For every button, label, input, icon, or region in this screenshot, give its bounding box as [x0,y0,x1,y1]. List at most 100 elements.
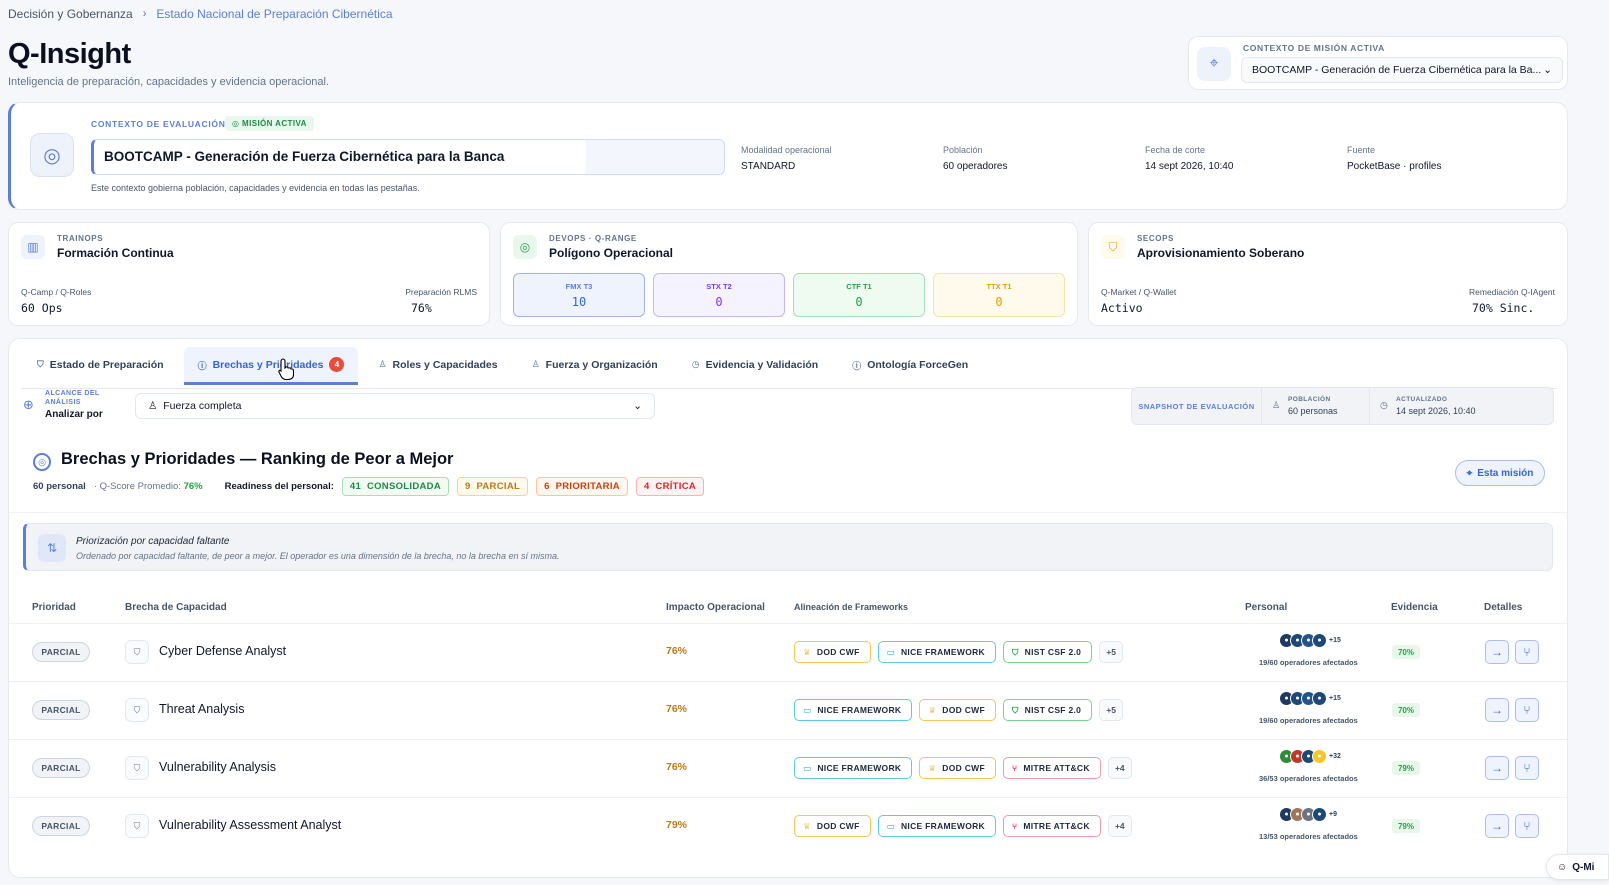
priority-badge: PARCIAL [32,700,90,720]
pill-parcial: 9 PARCIAL [456,477,529,496]
assistant-button[interactable]: ☺ Q-Mi [1546,854,1609,880]
arrow-right-icon[interactable]: → [1485,814,1509,838]
clock-icon: ◷ [691,359,700,369]
mouse-cursor-icon [278,358,294,380]
range-stx[interactable]: STX T2 0 [653,273,785,317]
users-icon: ♙ [378,359,387,369]
scope-label: ALCANCE DEL ANÁLISIS [45,390,100,406]
more-frameworks[interactable]: +4 [1107,815,1132,837]
evaluation-hint: Este contexto gobierna población, capaci… [91,183,420,193]
trainops-label-2: Preparación RLMS [405,287,477,297]
snapshot-population: ♙ POBLACIÓN 60 personas [1262,388,1370,424]
book-icon: ▥ [21,235,45,259]
briefcase-icon: ▭ [803,704,812,715]
trainops-value-2: 76% [411,301,432,315]
git-branch-icon[interactable]: ⑂ [1515,814,1539,838]
framework-tag[interactable]: ▭ NICE FRAMEWORK [877,815,996,837]
pill-prioritaria: 6 PRIORITARIA [536,477,628,496]
trainops-card: ▥ TRAINOPS Formación Continua Q-Camp / Q… [8,222,490,326]
devops-title: Polígono Operacional [549,246,674,260]
range-fmx[interactable]: FMX T3 10 [513,273,645,317]
secops-value-2: 70% Sinc. [1472,301,1535,315]
avatar-stack[interactable]: ● ● ● ● +9 [1279,807,1337,822]
breadcrumb-parent[interactable]: Decisión y Gobernanza [8,7,133,21]
user-icon: ♙ [531,359,540,369]
capability-name[interactable]: Cyber Defense Analyst [159,644,286,658]
info-icon: ⓘ [852,361,862,371]
secops-label-1: Q-Market / Q-Wallet [1101,287,1177,297]
user-icon: ♙ [1272,400,1281,410]
more-frameworks[interactable]: +4 [1107,757,1132,779]
framework-tag[interactable]: ⑂ MITRE ATT&CK [1002,815,1101,837]
target-icon: ⌖ [1197,47,1231,81]
devops-kicker: DEVOPS · Q-RANGE [549,234,637,243]
secops-title: Aprovisionamiento Soberano [1137,246,1305,260]
framework-tag[interactable]: ⛉ NIST CSF 2.0 [1002,641,1093,663]
secops-label-2: Remediación Q-IAgent [1469,287,1555,297]
arrow-right-icon[interactable]: → [1485,756,1509,780]
tab-roles-capacidades[interactable]: ♙ Roles y Capacidades [364,347,511,385]
framework-tags: ♕ DOD CWF ▭ NICE FRAMEWORK ⑂ MITRE ATT&CK +… [794,815,1132,837]
scope-select[interactable]: ♙ Fuerza completa ⌄ [135,393,655,419]
pill-consolidada: 41 CONSOLIDADA [341,477,449,496]
framework-tag[interactable]: ⛉ NIST CSF 2.0 [1002,699,1093,721]
priority-badge: PARCIAL [32,758,90,778]
branch-icon: ⑂ [1011,763,1018,773]
tab-estado-preparacion[interactable]: ⛉ Estado de Preparación [23,347,178,385]
th-personal: Personal [1245,602,1288,613]
avatar-stack[interactable]: ● ● ● ● +15 [1279,691,1341,706]
scope-select-value: Fuerza completa [163,400,242,412]
tab-evidencia-validacion[interactable]: ◷ Evidencia y Validación [678,347,833,385]
git-branch-icon[interactable]: ⑂ [1515,640,1539,664]
tab-brechas-prioridades[interactable]: ⓘ Brechas y Prioridades 4 [183,347,359,385]
git-branch-icon[interactable]: ⑂ [1515,756,1539,780]
git-branch-icon[interactable]: ⑂ [1515,698,1539,722]
capability-name[interactable]: Vulnerability Assessment Analyst [159,818,341,832]
shield-icon: ⛉ [125,698,149,722]
medal-icon: ♕ [928,704,937,715]
more-frameworks[interactable]: +5 [1099,641,1124,663]
framework-tag[interactable]: ♕ DOD CWF [794,815,871,837]
branch-icon: ⑂ [1011,821,1018,831]
th-frameworks: Alineación de Frameworks [794,602,909,612]
range-ctf[interactable]: CTF T1 0 [793,273,925,317]
mission-select[interactable]: BOOTCAMP - Generación de Fuerza Cibernét… [1241,57,1563,83]
avatar-stack[interactable]: ● ● ● ● +32 [1279,749,1341,764]
info-text: Ordenado por capacidad faltante, de peor… [76,551,560,561]
tab-fuerza-organizacion[interactable]: ♙ Fuerza y Organización [518,347,672,385]
evaluation-name-field[interactable]: BOOTCAMP - Generación de Fuerza Cibernét… [91,139,725,175]
arrow-right-icon[interactable]: → [1485,698,1509,722]
medal-icon: ♕ [803,646,811,657]
affected-count: 13/53 operadores afectados [1259,832,1358,841]
section-divider [9,512,1567,513]
mission-select-value: BOOTCAMP - Generación de Fuerza Cibernét… [1252,64,1542,76]
framework-tag[interactable]: ♕ DOD CWF [919,699,996,721]
impact-value: 79% [666,819,688,831]
avatar: ● [1312,691,1327,706]
framework-tag[interactable]: ⑂ MITRE ATT&CK [1002,757,1101,779]
snapshot-label: SNAPSHOT DE EVALUACIÓN [1132,388,1262,424]
esta-mision-button[interactable]: ⌖ Esta misión [1455,460,1545,486]
medal-icon: ♕ [803,820,811,831]
framework-tag[interactable]: ▭ NICE FRAMEWORK [794,757,913,779]
tab-bar: ⛉ Estado de Preparación ⓘ Brechas y Priori… [23,347,982,385]
target-icon: ◎ [33,453,51,471]
range-ttx[interactable]: TTX T1 0 [933,273,1065,317]
row-divider [9,797,1567,798]
framework-tag[interactable]: ▭ NICE FRAMEWORK [877,641,996,663]
framework-tag[interactable]: ♕ DOD CWF [794,641,871,663]
clock-icon: ◷ [1380,400,1388,410]
snapshot-box: SNAPSHOT DE EVALUACIÓN ♙ POBLACIÓN 60 pe… [1131,387,1554,425]
secops-value-1: Activo [1101,301,1143,315]
framework-tag[interactable]: ♕ DOD CWF [919,757,996,779]
framework-tag[interactable]: ▭ NICE FRAMEWORK [794,699,913,721]
target-icon: ◎ [30,133,74,177]
more-frameworks[interactable]: +5 [1099,699,1124,721]
priority-badge: PARCIAL [32,642,90,662]
capability-name[interactable]: Vulnerability Analysis [159,760,276,774]
briefcase-icon: ▭ [886,820,895,831]
capability-name[interactable]: Threat Analysis [159,702,244,716]
arrow-right-icon[interactable]: → [1485,640,1509,664]
tab-ontologia-forcegen[interactable]: ⓘ Ontología ForceGen [838,347,982,385]
avatar-stack[interactable]: ● ● ● ● +15 [1279,633,1341,648]
